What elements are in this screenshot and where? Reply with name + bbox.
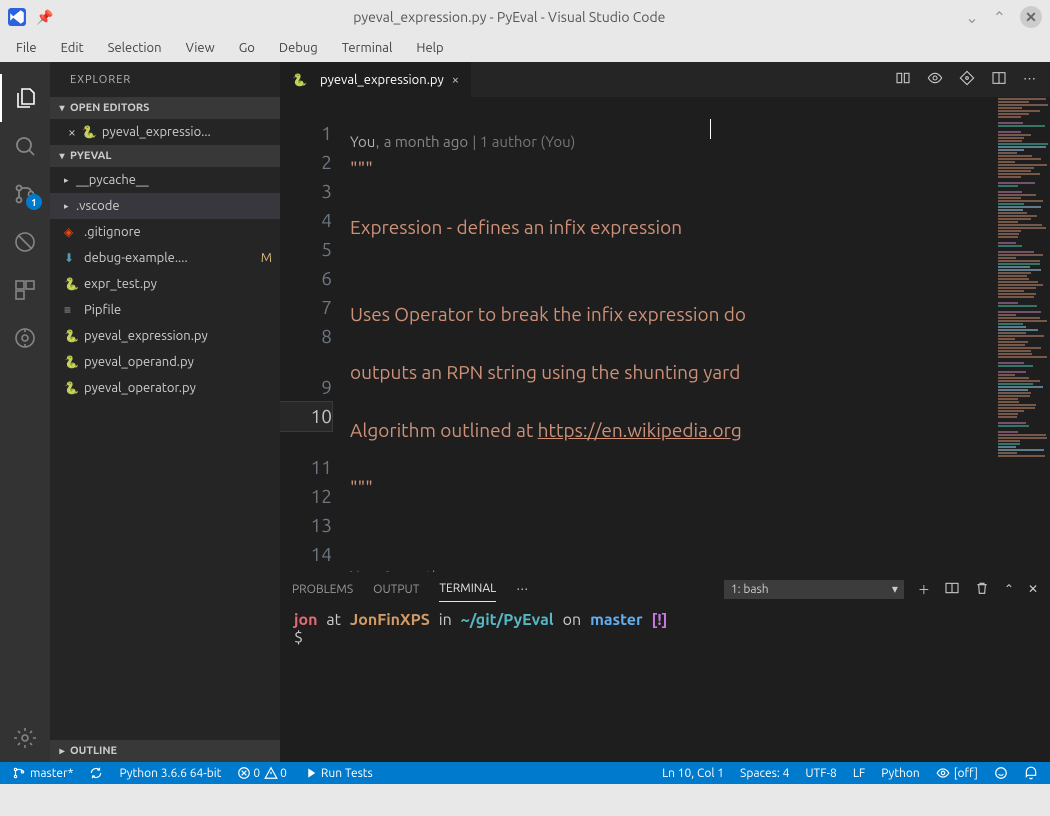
feedback-icon[interactable] (992, 766, 1010, 780)
menu-go[interactable]: Go (229, 37, 265, 59)
new-terminal-icon[interactable]: ＋ (918, 581, 930, 598)
menu-terminal[interactable]: Terminal (332, 37, 403, 59)
minimap[interactable] (994, 97, 1050, 572)
chevron-right-icon: ▸ (64, 201, 76, 212)
sidebar-title: EXPLORER (50, 62, 280, 97)
close-panel-icon[interactable]: ✕ (1028, 582, 1038, 596)
file-modified-badge: M (261, 251, 272, 265)
py-file-icon: 🐍 (64, 381, 78, 395)
folder-item[interactable]: ▸ .vscode (50, 193, 280, 219)
language-mode-status[interactable]: Python (879, 767, 922, 780)
menu-view[interactable]: View (176, 37, 225, 59)
split-terminal-icon[interactable] (944, 580, 960, 599)
git-branch-status[interactable]: master* (10, 766, 75, 780)
line-gutter: 1234567891011121314 (280, 97, 350, 572)
file-item[interactable]: 🐍expr_test.py (50, 271, 280, 297)
window-title: pyeval_expression.py - PyEval - Visual S… (53, 9, 965, 25)
git-file-icon: ◈ (64, 225, 78, 239)
terminal-tab[interactable]: TERMINAL (439, 576, 496, 602)
git-icon[interactable] (959, 70, 975, 89)
outline-section[interactable]: ▸ OUTLINE (50, 740, 280, 762)
settings-gear-icon[interactable] (0, 714, 50, 762)
compare-changes-icon[interactable] (895, 70, 911, 89)
menu-debug[interactable]: Debug (269, 37, 328, 59)
md-file-icon: ⬇ (64, 251, 78, 265)
text-cursor (710, 119, 711, 139)
gitlens-icon[interactable] (0, 314, 50, 362)
debug-icon[interactable] (0, 218, 50, 266)
codelens[interactable]: You, 2 months ago (350, 567, 475, 572)
vscode-icon (8, 8, 26, 26)
eol-status[interactable]: LF (851, 767, 867, 780)
problems-status[interactable]: 0 0 (235, 766, 289, 780)
code-editor[interactable]: 1234567891011121314 You, a month ago | 1… (280, 97, 1050, 572)
python-file-icon: 🐍 (82, 125, 96, 139)
scm-badge: 1 (26, 194, 42, 210)
more-actions-icon[interactable]: ⋯ (1023, 72, 1036, 87)
maximize-panel-icon[interactable]: ⌃ (1004, 582, 1014, 596)
open-editors-section[interactable]: ▾ OPEN EDITORS (50, 97, 280, 119)
folder-item[interactable]: ▸ __pycache__ (50, 167, 280, 193)
py-file-icon: 🐍 (64, 329, 78, 343)
file-item[interactable]: ⬇debug-example....M (50, 245, 280, 271)
menu-help[interactable]: Help (406, 37, 453, 59)
open-editor-item[interactable]: × 🐍 pyeval_expressio... (50, 119, 280, 145)
live-share-status[interactable]: [off] (934, 766, 980, 780)
problems-tab[interactable]: PROBLEMS (292, 577, 353, 602)
chevron-down-icon: ▾ (54, 150, 70, 162)
project-section[interactable]: ▾ PYEVAL (50, 145, 280, 167)
menubar: File Edit Selection View Go Debug Termin… (0, 34, 1050, 62)
terminal-selector[interactable]: 1: bash (724, 580, 904, 599)
file-item[interactable]: 🐍pyeval_operand.py (50, 349, 280, 375)
explorer-icon[interactable] (0, 74, 50, 122)
preview-icon[interactable] (927, 70, 943, 89)
run-tests-status[interactable]: Run Tests (301, 766, 375, 780)
minimize-button[interactable]: ⌄ (965, 8, 978, 27)
tab-filename: pyeval_expression.py (320, 73, 444, 87)
close-icon[interactable]: × (68, 124, 76, 140)
output-tab[interactable]: OUTPUT (373, 577, 419, 602)
chevron-down-icon: ▾ (54, 102, 70, 114)
python-file-icon: 🐍 (292, 73, 306, 87)
extensions-icon[interactable] (0, 266, 50, 314)
status-bar: master* Python 3.6.6 64-bit 0 0 Run Test… (0, 762, 1050, 784)
terminal-content[interactable]: jon at JonFinXPS in ~/git/PyEval on mast… (280, 605, 1050, 762)
maximize-button[interactable]: ⌃ (993, 8, 1006, 27)
codelens[interactable]: You, a month ago | 1 author (You) (350, 132, 575, 153)
kill-terminal-icon[interactable] (974, 580, 990, 599)
more-panels-icon[interactable]: ⋯ (516, 582, 528, 596)
pip-file-icon: ≡ (64, 303, 78, 317)
notifications-icon[interactable] (1022, 766, 1040, 780)
editor-tab[interactable]: 🐍 pyeval_expression.py × (280, 62, 471, 97)
file-item[interactable]: 🐍pyeval_operator.py (50, 375, 280, 401)
editor-area: 🐍 pyeval_expression.py × ⋯ 1234567891011… (280, 62, 1050, 762)
close-icon[interactable]: × (452, 73, 459, 87)
chevron-right-icon: ▸ (64, 175, 76, 186)
file-item[interactable]: ◈.gitignore (50, 219, 280, 245)
explorer-sidebar: EXPLORER ▾ OPEN EDITORS × 🐍 pyeval_expre… (50, 62, 280, 762)
pin-icon[interactable]: 📌 (36, 9, 53, 26)
menu-edit[interactable]: Edit (51, 37, 94, 59)
os-titlebar: 📌 pyeval_expression.py - PyEval - Visual… (0, 0, 1050, 34)
file-item[interactable]: 🐍pyeval_expression.py (50, 323, 280, 349)
activity-bar: 1 (0, 62, 50, 762)
menu-file[interactable]: File (6, 37, 47, 59)
source-control-icon[interactable]: 1 (0, 170, 50, 218)
close-button[interactable]: ✕ (1020, 6, 1042, 28)
bottom-panel: PROBLEMS OUTPUT TERMINAL ⋯ 1: bash ＋ ⌃ ✕… (280, 572, 1050, 762)
python-interpreter-status[interactable]: Python 3.6.6 64-bit (117, 767, 223, 780)
indentation-status[interactable]: Spaces: 4 (738, 767, 791, 780)
split-editor-icon[interactable] (991, 70, 1007, 89)
code-content[interactable]: You, a month ago | 1 author (You) """ Ex… (350, 97, 994, 572)
py-file-icon: 🐍 (64, 277, 78, 291)
menu-selection[interactable]: Selection (98, 37, 172, 59)
py-file-icon: 🐍 (64, 355, 78, 369)
file-item[interactable]: ≡Pipfile (50, 297, 280, 323)
search-icon[interactable] (0, 122, 50, 170)
chevron-right-icon: ▸ (54, 745, 70, 757)
tab-bar: 🐍 pyeval_expression.py × ⋯ (280, 62, 1050, 97)
cursor-position-status[interactable]: Ln 10, Col 1 (660, 767, 726, 780)
encoding-status[interactable]: UTF-8 (803, 767, 838, 780)
sync-status[interactable] (87, 766, 105, 780)
